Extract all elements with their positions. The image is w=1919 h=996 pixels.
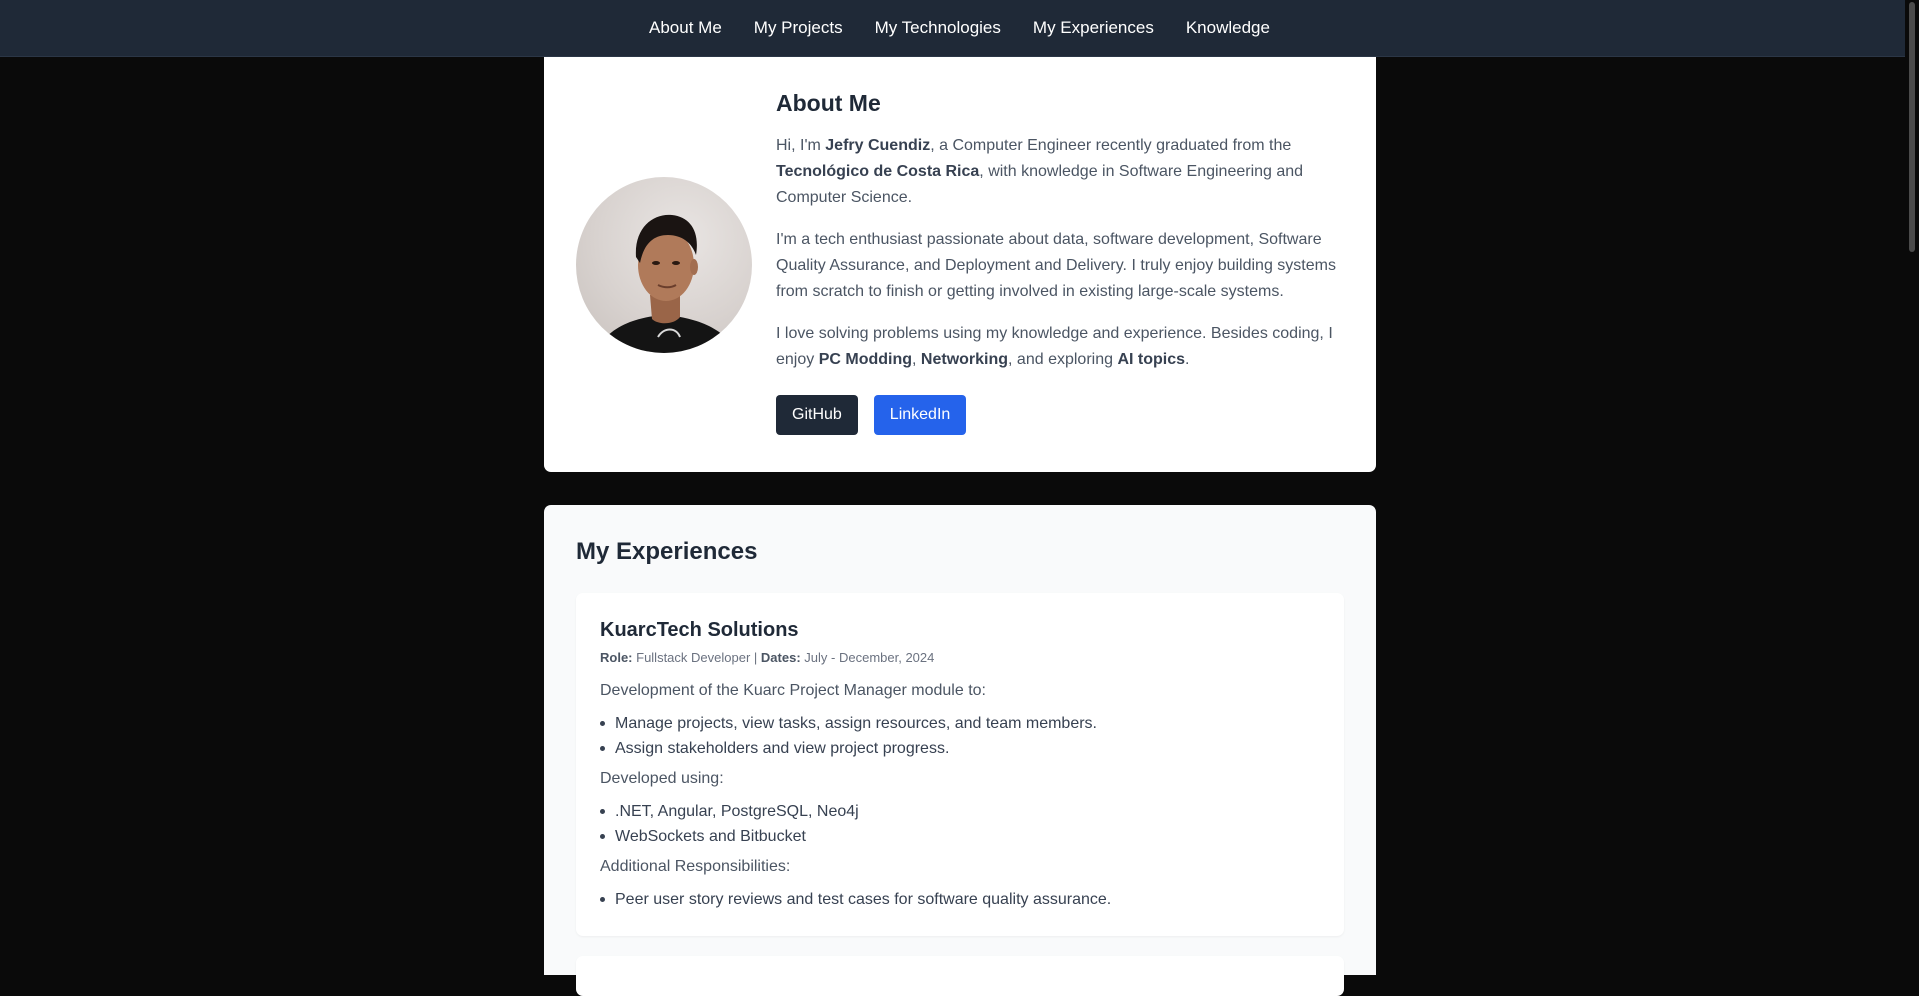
list-item-text: Manage projects, view tasks, assign reso… — [615, 715, 1097, 732]
about-name: Jefry Cuendiz — [825, 137, 931, 154]
bullet-icon — [600, 746, 605, 751]
experiences-card: My Experiences KuarcTech Solutions Role:… — [544, 505, 1376, 996]
profile-photo-icon — [596, 214, 736, 353]
github-button[interactable]: GitHub — [776, 395, 858, 435]
list-item-text: Assign stakeholders and view project pro… — [615, 740, 950, 757]
experience-company: KuarcTech Solutions — [600, 619, 799, 641]
about-paragraph-2: I'm a tech enthusiast passionate about d… — [776, 231, 1336, 300]
meta-separator: | — [753, 650, 758, 665]
about-content: About Me Hi, I'm Jefry Cuendiz, a Comput… — [776, 87, 1346, 435]
list-item: Peer user story reviews and test cases f… — [600, 887, 1320, 912]
role-label: Role: — [600, 650, 633, 665]
bullet-icon — [600, 721, 605, 726]
experience-meta: Role: Fullstack Developer | Dates: July … — [600, 649, 1320, 667]
list-item-text: Peer user story reviews and test cases f… — [615, 891, 1112, 908]
hobby-pc-modding: PC Modding — [818, 351, 913, 368]
experience-tasks-list: Manage projects, view tasks, assign reso… — [600, 711, 1320, 761]
dates-value: July - December, 2024 — [804, 650, 935, 665]
about-title: About Me — [776, 90, 881, 116]
about-me-card: About Me Hi, I'm Jefry Cuendiz, a Comput… — [544, 57, 1376, 472]
experience-responsibilities-list: Peer user story reviews and test cases f… — [600, 887, 1320, 912]
developed-using-label: Developed using: — [600, 770, 724, 787]
scrollbar-thumb[interactable] — [1909, 2, 1915, 252]
list-item: .NET, Angular, PostgreSQL, Neo4j — [600, 799, 1320, 824]
bullet-icon — [600, 834, 605, 839]
nav-my-technologies[interactable]: My Technologies — [875, 14, 1001, 42]
dates-label: Dates: — [760, 650, 801, 665]
experience-item-next — [576, 956, 1344, 996]
experience-item: KuarcTech Solutions Role: Fullstack Deve… — [576, 593, 1344, 936]
role-value: Fullstack Developer — [636, 650, 751, 665]
hobby-networking: Networking — [920, 351, 1009, 368]
about-p3-text-d: . — [1185, 351, 1190, 368]
nav-my-experiences[interactable]: My Experiences — [1033, 14, 1154, 42]
list-item: Assign stakeholders and view project pro… — [600, 736, 1320, 761]
about-school: Tecnológico de Costa Rica — [776, 163, 980, 180]
bullet-icon — [600, 897, 605, 902]
bullet-icon — [600, 809, 605, 814]
page-scrollbar[interactable] — [1905, 0, 1919, 967]
about-paragraph-3: I love solving problems using my knowled… — [776, 321, 1346, 373]
top-navigation: About Me My Projects My Technologies My … — [0, 0, 1919, 57]
about-p3-text-b: , — [912, 351, 921, 368]
list-item: WebSockets and Bitbucket — [600, 824, 1320, 849]
list-item: Manage projects, view tasks, assign reso… — [600, 711, 1320, 736]
hobby-ai-topics: AI topics — [1117, 351, 1185, 368]
nav-about-me[interactable]: About Me — [649, 14, 722, 42]
social-buttons: GitHub LinkedIn — [776, 395, 1346, 435]
experiences-title: My Experiences — [576, 538, 758, 565]
experience-intro: Development of the Kuarc Project Manager… — [600, 682, 986, 699]
experience-tech-list: .NET, Angular, PostgreSQL, Neo4j WebSock… — [600, 799, 1320, 849]
list-item-text: WebSockets and Bitbucket — [615, 828, 806, 845]
about-p1-text-a: Hi, I'm — [776, 137, 826, 154]
about-p3-text-c: , and exploring — [1008, 351, 1118, 368]
additional-responsibilities-label: Additional Responsibilities: — [600, 858, 791, 875]
profile-avatar — [576, 177, 752, 353]
nav-my-projects[interactable]: My Projects — [754, 14, 843, 42]
nav-knowledge[interactable]: Knowledge — [1186, 14, 1270, 42]
about-p1-text-b: , a Computer Engineer recently graduated… — [930, 137, 1292, 154]
linkedin-button[interactable]: LinkedIn — [873, 395, 967, 435]
about-paragraph-1: Hi, I'm Jefry Cuendiz, a Computer Engine… — [776, 133, 1346, 211]
list-item-text: .NET, Angular, PostgreSQL, Neo4j — [615, 803, 859, 820]
